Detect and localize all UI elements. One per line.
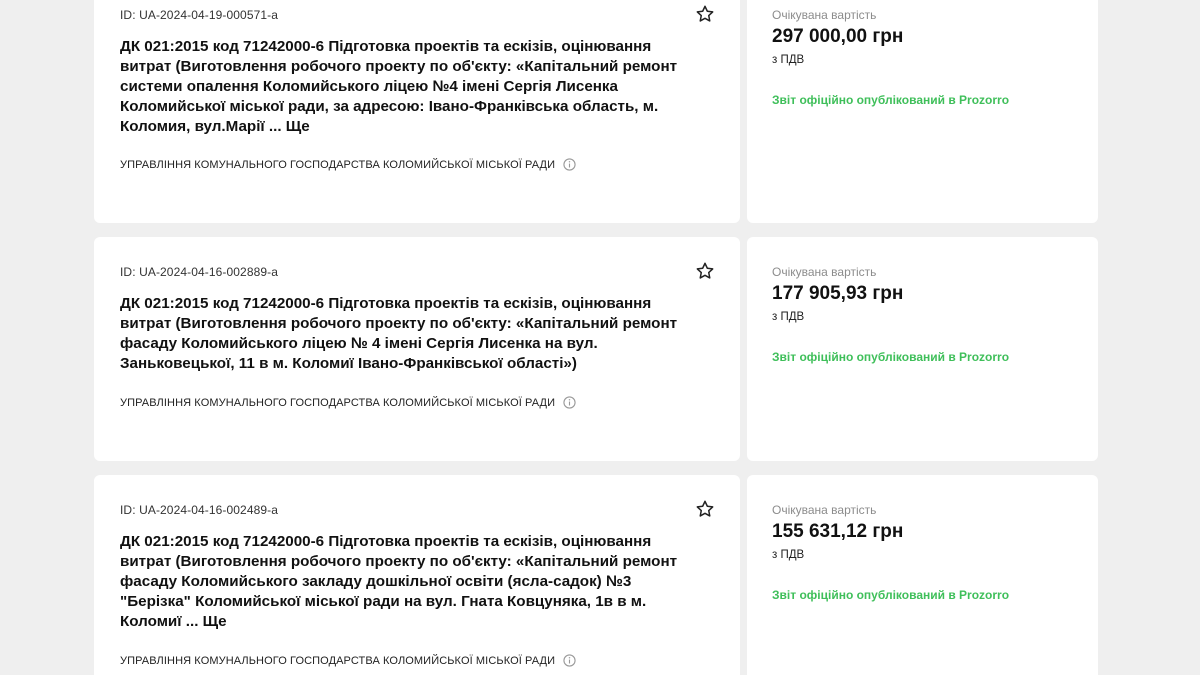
tender-title[interactable]: ДК 021:2015 код 71242000-6 Підготовка пр… [120,37,700,137]
status-text: Звіт офіційно опублікований в Prozorro [772,93,1010,107]
favorite-star-icon[interactable] [695,499,717,521]
tender-list: ID: UA-2024-04-19-000571-a ДК 021:2015 к… [0,0,1200,675]
expected-value: 177 905,93 грн [772,283,904,304]
status-text: Звіт офіційно опублікований в Prozorro [772,588,1010,602]
expected-value-label: Очікувана вартість [772,503,877,517]
tender-id: ID: UA-2024-04-16-002489-a [120,503,279,517]
procuring-entity: УПРАВЛІННЯ КОМУНАЛЬНОГО ГОСПОДАРСТВА КОЛ… [120,396,576,409]
procuring-entity-name: УПРАВЛІННЯ КОМУНАЛЬНОГО ГОСПОДАРСТВА КОЛ… [120,158,556,171]
favorite-star-icon[interactable] [695,261,717,283]
info-circle-icon[interactable] [563,158,576,171]
vat-note: з ПДВ [772,549,805,561]
procuring-entity-name: УПРАВЛІННЯ КОМУНАЛЬНОГО ГОСПОДАРСТВА КОЛ… [120,654,556,667]
expected-value-label: Очікувана вартість [772,8,877,22]
procuring-entity-name: УПРАВЛІННЯ КОМУНАЛЬНОГО ГОСПОДАРСТВА КОЛ… [120,396,556,409]
expected-value: 297 000,00 грн [772,26,904,47]
info-circle-icon[interactable] [563,396,576,409]
vat-note: з ПДВ [772,311,805,323]
tender-card-price: Очікувана вартість 177 905,93 грн з ПДВ … [747,237,1098,461]
tender-card-price: Очікувана вартість 297 000,00 грн з ПДВ … [747,0,1098,223]
tender-card-main[interactable]: ID: UA-2024-04-16-002889-a ДК 021:2015 к… [94,237,740,461]
tender-card-main[interactable]: ID: UA-2024-04-19-000571-a ДК 021:2015 к… [94,0,740,223]
favorite-star-icon[interactable] [695,4,717,26]
tender-card[interactable]: ID: UA-2024-04-19-000571-a ДК 021:2015 к… [94,0,1098,223]
expected-value: 155 631,12 грн [772,521,904,542]
expected-value-label: Очікувана вартість [772,265,877,279]
tender-id: ID: UA-2024-04-16-002889-a [120,265,279,279]
procuring-entity: УПРАВЛІННЯ КОМУНАЛЬНОГО ГОСПОДАРСТВА КОЛ… [120,158,576,171]
status-text: Звіт офіційно опублікований в Prozorro [772,350,1010,364]
tender-title[interactable]: ДК 021:2015 код 71242000-6 Підготовка пр… [120,532,700,632]
tender-card-main[interactable]: ID: UA-2024-04-16-002489-a ДК 021:2015 к… [94,475,740,675]
tender-card[interactable]: ID: UA-2024-04-16-002489-a ДК 021:2015 к… [94,475,1098,675]
info-circle-icon[interactable] [563,654,576,667]
tender-card-price: Очікувана вартість 155 631,12 грн з ПДВ … [747,475,1098,675]
vat-note: з ПДВ [772,54,805,66]
procuring-entity: УПРАВЛІННЯ КОМУНАЛЬНОГО ГОСПОДАРСТВА КОЛ… [120,654,576,667]
tender-id: ID: UA-2024-04-19-000571-a [120,8,279,22]
tender-card[interactable]: ID: UA-2024-04-16-002889-a ДК 021:2015 к… [94,237,1098,461]
tender-title[interactable]: ДК 021:2015 код 71242000-6 Підготовка пр… [120,294,700,374]
